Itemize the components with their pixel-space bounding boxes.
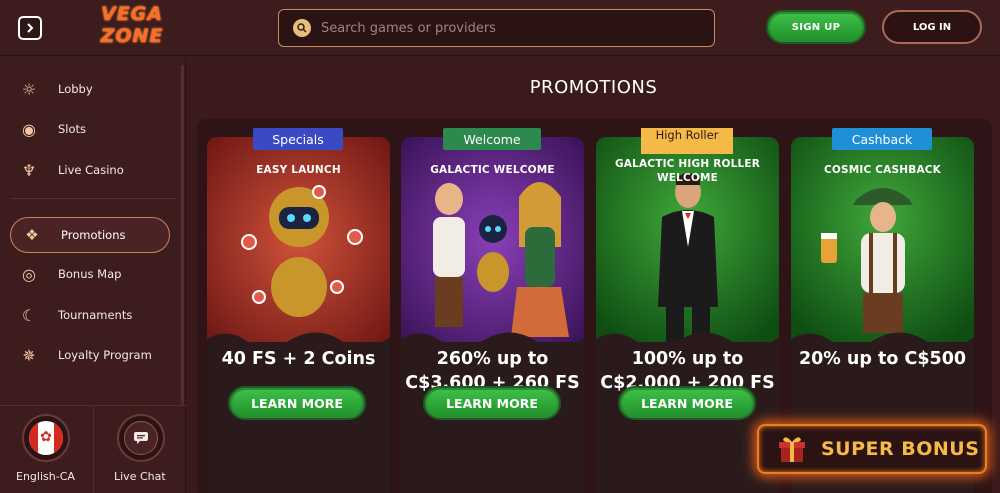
- learn-more-button-welcome[interactable]: LEARN MORE: [423, 386, 561, 420]
- chevron-right-icon: [27, 23, 34, 33]
- sidebar-item-label: Live Casino: [58, 163, 124, 177]
- card-offer: 40 FS + 2 Coins: [221, 349, 376, 369]
- sidebar-item-tournaments[interactable]: ☾ Tournaments: [18, 301, 133, 329]
- live-casino-icon: ♆: [21, 160, 37, 180]
- sidebar-item-lobby[interactable]: ☼ Lobby: [18, 75, 93, 103]
- login-button[interactable]: LOG IN: [882, 10, 982, 44]
- card-subtitle: GALACTIC HIGH ROLLER WELCOME: [614, 158, 761, 184]
- sidebar-divider: [10, 198, 176, 199]
- logo-line1: VEGA: [101, 3, 163, 25]
- sidebar-footer: ✿ English-CA Live Chat: [0, 405, 186, 493]
- card-subtitle: EASY LAUNCH: [256, 164, 341, 176]
- language-label: English-CA: [16, 470, 75, 483]
- sidebar-toggle-button[interactable]: [18, 16, 42, 40]
- signup-button[interactable]: SIGN UP: [766, 10, 866, 44]
- gift-icon: [779, 437, 805, 462]
- sidebar-item-label: Bonus Map: [58, 267, 122, 281]
- sidebar-item-label: Tournaments: [58, 308, 133, 322]
- sidebar: ☼ Lobby ◉ Slots ♆ Live Casino ❖ Promotio…: [0, 57, 186, 493]
- promotions-icon: ❖: [25, 226, 39, 244]
- badge-high-roller: High Roller: [641, 128, 733, 154]
- page-title: PROMOTIONS: [529, 77, 658, 98]
- sidebar-item-label: Slots: [58, 122, 87, 136]
- logo[interactable]: VEGA ZONE: [84, 4, 180, 52]
- card-offer: 20% up to C$500: [798, 349, 967, 369]
- promo-card-high-roller[interactable]: GALACTIC HIGH ROLLER WELCOME 100% up to …: [596, 137, 779, 493]
- search-icon: [293, 19, 311, 37]
- badge-cashback: Cashback: [832, 128, 932, 150]
- sidebar-item-label: Promotions: [61, 228, 126, 242]
- sidebar-item-bonus-map[interactable]: ◎ Bonus Map: [18, 260, 121, 288]
- sidebar-item-loyalty-program[interactable]: ✵ Loyalty Program: [18, 341, 152, 369]
- sidebar-item-label: Loyalty Program: [58, 348, 152, 362]
- header: VEGA ZONE SIGN UP LOG IN: [0, 0, 1000, 56]
- slots-icon: ◉: [22, 119, 36, 139]
- live-chat-button[interactable]: [117, 414, 165, 462]
- card-subtitle: GALACTIC WELCOME: [430, 164, 555, 176]
- sidebar-item-label: Lobby: [58, 82, 93, 96]
- badge-welcome: Welcome: [443, 128, 541, 150]
- live-chat-label: Live Chat: [114, 470, 166, 483]
- super-bonus-button[interactable]: SUPER BONUS: [757, 424, 987, 474]
- canada-flag-icon: ✿: [29, 421, 63, 455]
- tournaments-icon: ☾: [21, 305, 37, 325]
- language-button[interactable]: ✿: [22, 414, 70, 462]
- sidebar-item-live-casino[interactable]: ♆ Live Casino: [18, 156, 124, 184]
- chat-bubble-icon: [124, 421, 158, 455]
- logo-line2: ZONE: [100, 25, 164, 47]
- sidebar-item-slots[interactable]: ◉ Slots: [18, 115, 86, 143]
- sidebar-item-promotions[interactable]: ❖ Promotions: [10, 217, 170, 253]
- badge-specials: Specials: [253, 128, 343, 150]
- learn-more-button-high-roller[interactable]: LEARN MORE: [618, 386, 756, 420]
- learn-more-button-specials[interactable]: LEARN MORE: [228, 386, 366, 420]
- search-bar[interactable]: [278, 9, 715, 47]
- search-input[interactable]: [321, 20, 691, 36]
- bonus-map-icon: ◎: [22, 264, 36, 284]
- footer-divider: [93, 406, 94, 493]
- promo-card-specials[interactable]: EASY LAUNCH 40 FS + 2 Coins: [207, 137, 390, 493]
- sidebar-scrollbar[interactable]: [181, 65, 184, 405]
- loyalty-icon: ✵: [22, 345, 36, 365]
- lobby-icon: ☼: [21, 79, 37, 99]
- card-subtitle: COSMIC CASHBACK: [823, 164, 942, 176]
- super-bonus-label: SUPER BONUS: [821, 438, 980, 460]
- promo-card-welcome[interactable]: GALACTIC WELCOME 260% up to C$3,600 + 26…: [401, 137, 584, 493]
